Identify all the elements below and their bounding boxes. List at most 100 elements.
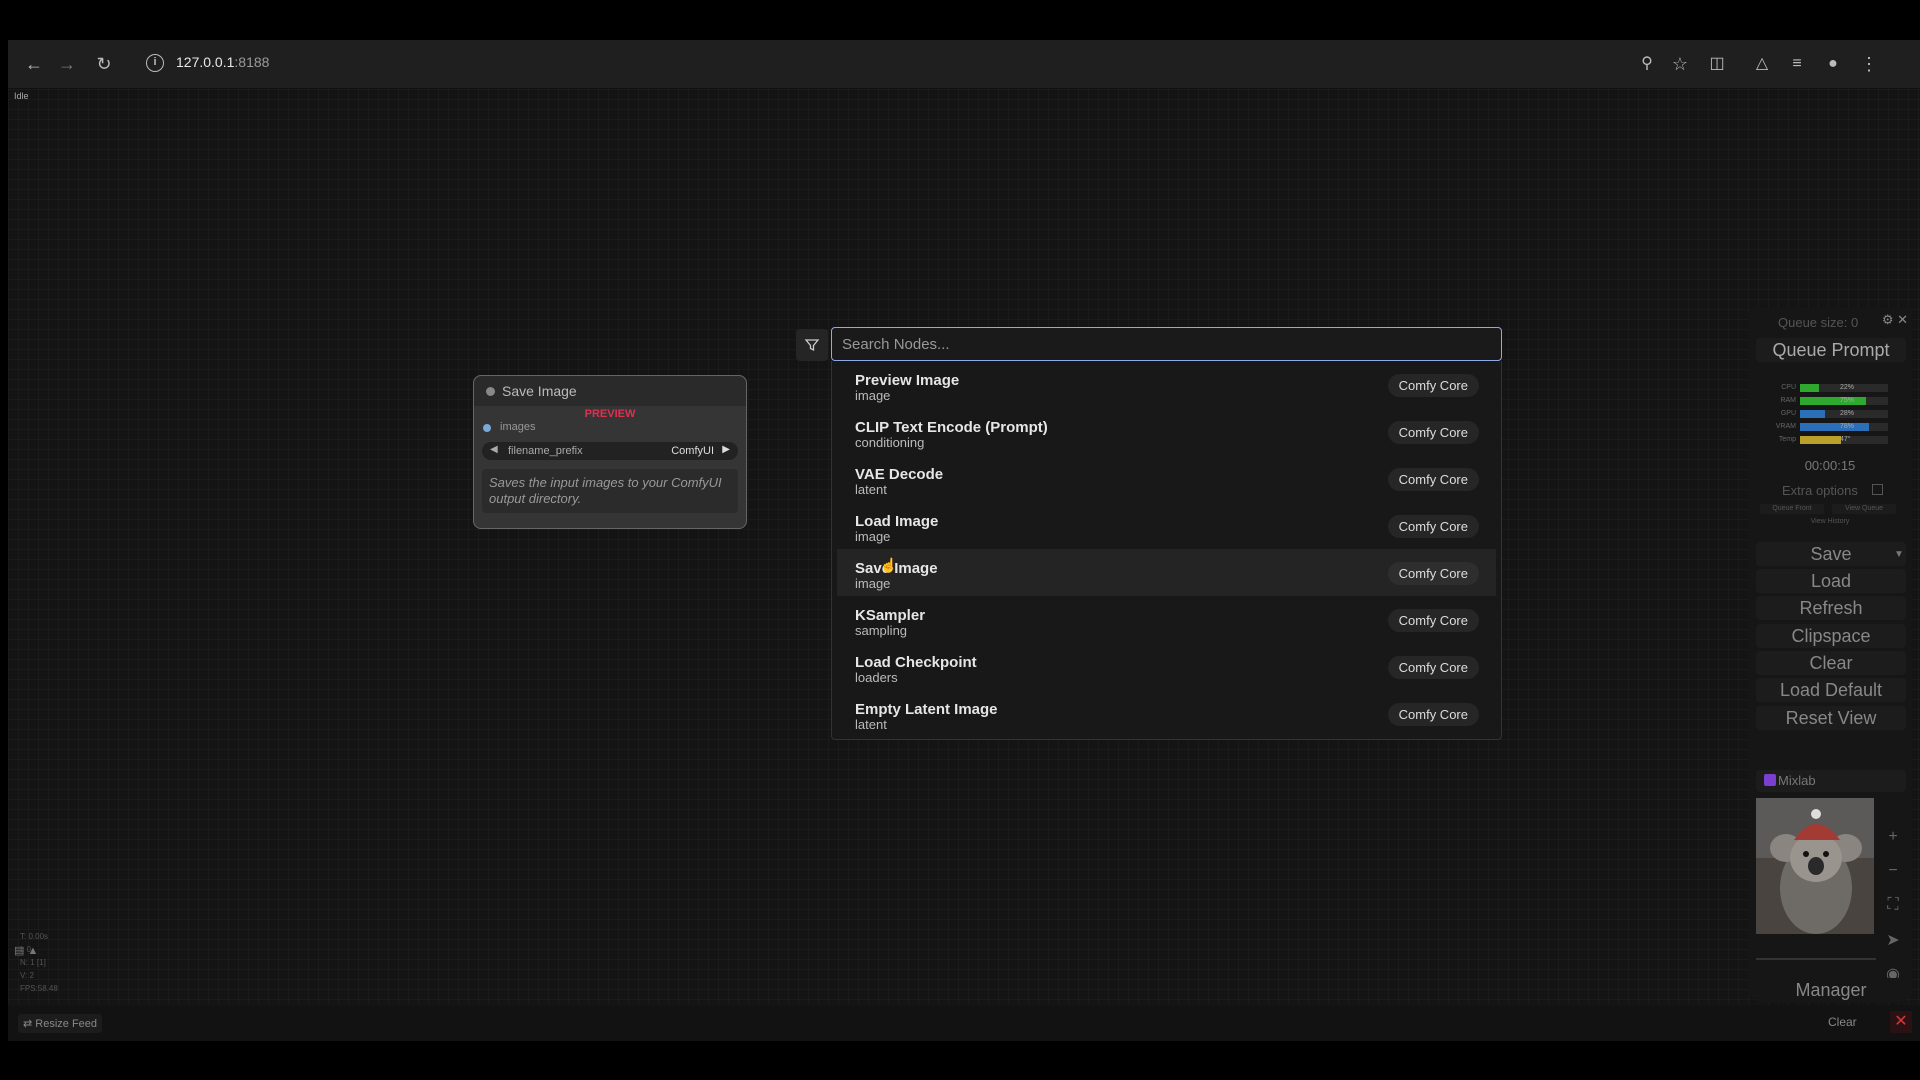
result-name: Preview Image [855,372,960,389]
media-icon[interactable]: ≡ [1785,52,1809,76]
load-button[interactable]: Load [1756,569,1906,593]
queue-prompt-button[interactable]: Queue Prompt [1756,338,1906,362]
resource-monitor: CPU 22% RAM 75% GPU 28% VRAM 78% Temp 47° [1768,382,1888,447]
stat-percent: 78% [1840,423,1855,430]
fps-info: T: 0.00s I: 0 N: 1 [1] V: 2 FPS:58.48 [20,930,58,995]
grid-icon[interactable]: ▤ [14,945,24,957]
result-category: latent [855,482,887,497]
resize-icon: ⇄ [23,1018,33,1030]
result-name: CLIP Text Encode (Prompt) [855,419,1048,436]
site-info-icon[interactable]: i [146,54,164,72]
decrement-arrow-icon[interactable]: ◀ [490,444,498,455]
node-preview-label: PREVIEW [584,408,636,420]
resize-feed-button[interactable]: ⇄ Resize Feed [18,1014,103,1033]
mixlab-button[interactable]: Mixlab [1756,770,1906,792]
save-dropdown-icon[interactable]: ▼ [1894,549,1904,560]
filter-button[interactable] [796,329,828,361]
profile-icon[interactable]: ● [1821,52,1845,76]
stat-percent: 47° [1840,436,1851,443]
result-name: KSampler [855,607,926,624]
clear-button[interactable]: Clear [1756,651,1906,675]
images-input-slot[interactable] [483,424,491,432]
zoom-in-icon[interactable]: + [1882,828,1904,862]
extra-options-label: Extra options [1782,483,1858,498]
settings-close-icons[interactable]: ⚙ ✕ [1882,312,1908,328]
stat-label: RAM [1780,397,1796,404]
feed-clear-button[interactable]: Clear [1828,1015,1857,1029]
result-source-badge: Comfy Core [1387,421,1479,444]
filter-icon [804,339,820,352]
search-result-item[interactable]: Save Image image Comfy Core [837,549,1496,596]
menu-icon[interactable]: ⋮ [1857,52,1881,76]
node-collapse-dot[interactable] [486,387,495,396]
back-icon[interactable]: ← [22,52,46,76]
manager-button[interactable]: Manager [1756,978,1906,1002]
result-name: Load Checkpoint [855,654,977,671]
extra-options-checkbox[interactable] [1872,484,1883,495]
search-result-item[interactable]: Empty Latent Image latent Comfy Core [832,690,1501,737]
view-history-button[interactable]: View History [1798,517,1862,527]
search-result-item[interactable]: CLIP Text Encode (Prompt) conditioning Com… [832,408,1501,455]
search-result-item[interactable]: Preview Image image Comfy Core [832,361,1501,408]
url-port: :8188 [234,54,270,70]
stat-label: CPU [1781,384,1796,391]
result-source-badge: Comfy Core [1387,374,1479,397]
result-source-badge: Comfy Core [1387,468,1479,491]
load-default-button[interactable]: Load Default [1756,678,1906,702]
result-source-badge: Comfy Core [1387,609,1479,632]
search-nodes-input[interactable] [831,327,1502,361]
stat-percent: 22% [1840,384,1855,391]
koala-image [1756,798,1874,934]
filename-prefix-widget[interactable]: ◀ filename_prefix ComfyUI ▶ [482,442,738,460]
search-result-item[interactable]: KSampler sampling Comfy Core [832,596,1501,643]
queue-front-button[interactable]: Queue Front [1760,504,1824,514]
clipspace-button[interactable]: Clipspace [1756,624,1906,648]
save-image-node[interactable]: Save Image PREVIEW images ◀ filename_pre… [473,375,747,529]
reset-view-button[interactable]: Reset View [1756,706,1906,730]
canvas-corner-icons: ▤ ▲ [14,944,38,957]
extensions-icon[interactable]: ◫ [1705,52,1729,76]
reload-icon[interactable]: ↻ [92,52,116,76]
close-feed-icon[interactable]: ✕ [1890,1011,1912,1033]
view-queue-button[interactable]: View Queue [1832,504,1896,514]
result-source-badge: Comfy Core [1387,515,1479,538]
fps-line: V: 2 [20,971,34,980]
result-category: image [855,529,891,544]
increment-arrow-icon[interactable]: ▶ [722,444,730,455]
queue-timer: 00:00:15 [1804,458,1856,473]
search-result-item[interactable]: Load Checkpoint loaders Comfy Core [832,643,1501,690]
bell-icon[interactable]: ▲ [27,945,38,957]
stat-row: GPU 28% [1768,408,1888,421]
fps-line: FPS:58.48 [20,984,58,993]
stat-row: Temp 47° [1768,434,1888,447]
send-icon[interactable]: ➤ [1882,930,1904,964]
result-name: VAE Decode [855,466,944,483]
url-host: 127.0.0.1 [176,54,235,70]
stat-fill [1800,384,1820,392]
save-button[interactable]: Save [1756,542,1906,566]
bookmark-star-icon[interactable]: ☆ [1668,52,1692,76]
fps-line: N: 1 [1] [20,958,46,967]
result-category: latent [855,717,887,732]
mixlab-preview-image[interactable] [1756,798,1874,934]
status-idle: Idle [14,91,29,101]
widget-value: ComfyUI [671,445,714,457]
queue-size: Queue size: 0 [1778,315,1859,330]
bottom-band [0,1041,1920,1080]
node-header[interactable]: Save Image [474,376,746,406]
search-result-item[interactable]: Load Image image Comfy Core [832,502,1501,549]
forward-icon[interactable]: → [55,52,79,76]
canvas-tools: + − ⛶ ➤ ◉ [1882,828,1904,998]
result-name: Load Image [855,513,939,530]
widget-name: filename_prefix [508,445,583,457]
zoom-out-icon[interactable]: − [1882,862,1904,896]
comfy-menu: Queue size: 0 ⚙ ✕ Queue Prompt CPU 22% RAM… [1748,308,1912,1002]
zoom-icon[interactable]: ⚲ [1635,52,1659,76]
node-title: Save Image [502,383,577,399]
mouse-cursor-icon: ☝ [880,557,898,573]
fit-view-icon[interactable]: ⛶ [1882,896,1904,930]
labs-icon[interactable]: △ [1750,52,1774,76]
refresh-button[interactable]: Refresh [1756,596,1906,620]
address-bar[interactable]: 127.0.0.1:8188 [176,54,269,70]
search-result-item[interactable]: VAE Decode latent Comfy Core [832,455,1501,502]
